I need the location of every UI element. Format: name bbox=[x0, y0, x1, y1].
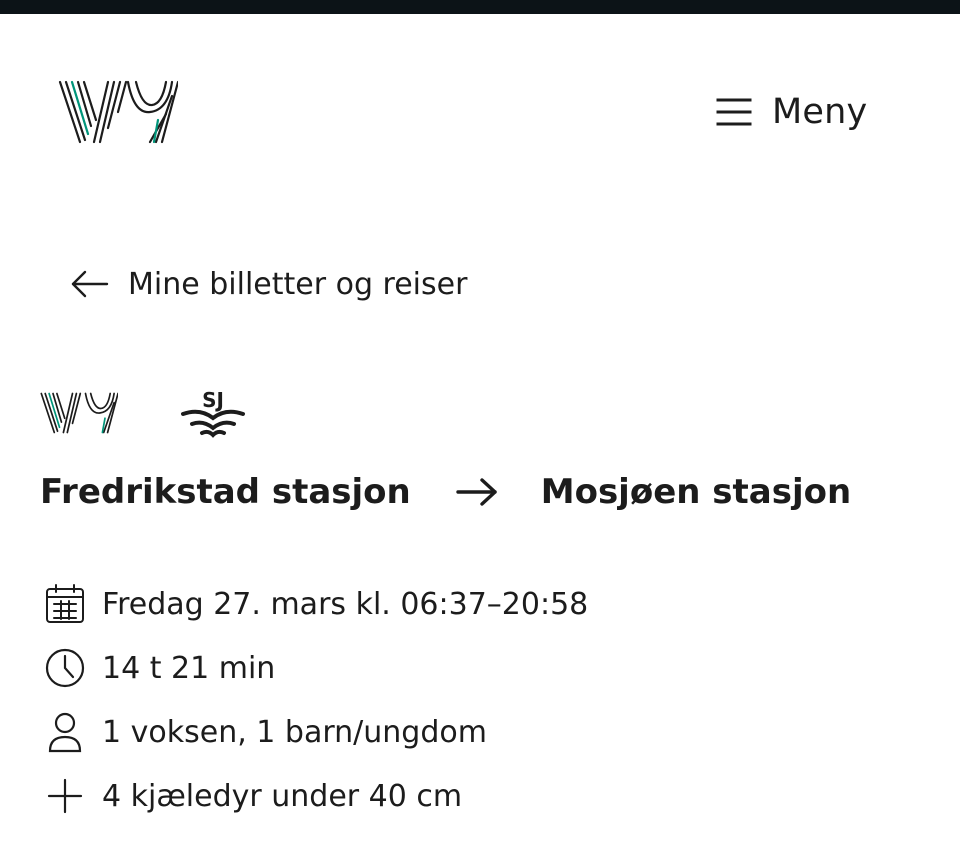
trip-date: Fredag 27. mars kl. 06:37–20:58 bbox=[102, 586, 589, 622]
trip-date-row: Fredag 27. mars kl. 06:37–20:58 bbox=[44, 572, 924, 636]
clock-icon bbox=[45, 648, 85, 688]
svg-text:SJ: SJ bbox=[202, 388, 224, 412]
back-link-label: Mine billetter og reiser bbox=[128, 266, 468, 302]
trip-extras-row: 4 kjæledyr under 40 cm bbox=[44, 764, 924, 828]
arrow-left-icon bbox=[71, 270, 109, 298]
vy-logo[interactable] bbox=[58, 80, 178, 144]
back-link[interactable]: Mine billetter og reiser bbox=[70, 262, 467, 306]
person-icon bbox=[48, 712, 82, 753]
trip-duration: 14 t 21 min bbox=[102, 650, 276, 686]
origin-station: Fredrikstad stasjon bbox=[40, 472, 411, 512]
trip-extras: 4 kjæledyr under 40 cm bbox=[102, 778, 463, 814]
plus-icon bbox=[47, 778, 83, 814]
menu-button[interactable]: Meny bbox=[716, 86, 867, 138]
trip-passengers-row: 1 voksen, 1 barn/ungdom bbox=[44, 700, 924, 764]
vy-operator-logo bbox=[40, 392, 118, 434]
trip-passengers: 1 voksen, 1 barn/ungdom bbox=[102, 714, 487, 750]
arrow-right-icon bbox=[456, 478, 497, 506]
sj-operator-logo: SJ bbox=[181, 388, 245, 438]
menu-label: Meny bbox=[772, 92, 868, 132]
route-heading: Fredrikstad stasjon Mosjøen stasjon bbox=[40, 466, 851, 518]
operator-logos: SJ bbox=[40, 386, 246, 440]
trip-duration-row: 14 t 21 min bbox=[44, 636, 924, 700]
calendar-icon bbox=[46, 584, 84, 623]
destination-station: Mosjøen stasjon bbox=[540, 472, 852, 512]
trip-details: Fredag 27. mars kl. 06:37–20:58 14 t 21 … bbox=[44, 572, 924, 828]
hamburger-menu-icon bbox=[716, 98, 752, 126]
status-bar bbox=[0, 0, 960, 14]
